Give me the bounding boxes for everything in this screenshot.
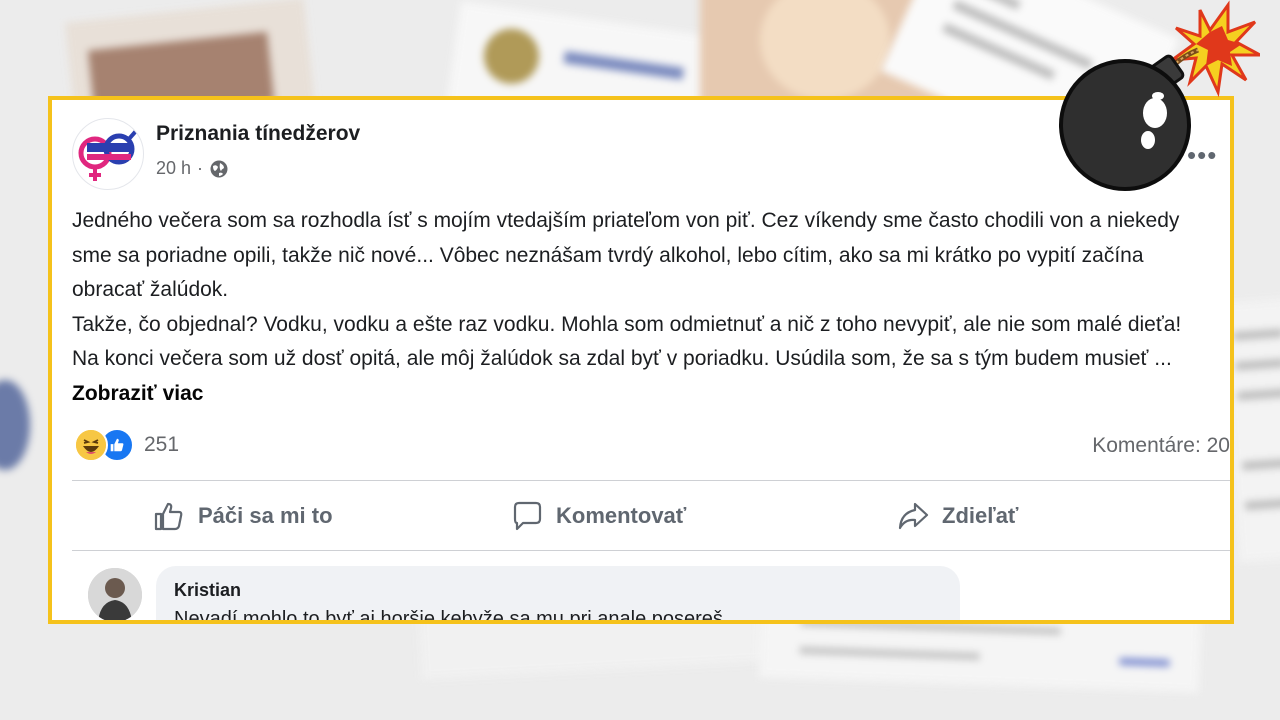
- comment-button[interactable]: Komentovať: [510, 496, 686, 536]
- comment-text: Nevadí mohlo to byť aj horšie kebyže sa …: [174, 608, 723, 624]
- post-paragraph-2-text: Takže, čo objednal? Vodku, vodku a ešte …: [72, 312, 1182, 371]
- share-button-label: Zdieľať: [942, 503, 1019, 528]
- bomb-icon: [1059, 0, 1260, 191]
- meta-separator: ·: [197, 158, 204, 178]
- comment-icon: [513, 501, 542, 531]
- comments-count[interactable]: Komentáre: 20: [1092, 434, 1230, 458]
- reactions-summary[interactable]: 251: [74, 428, 179, 462]
- page-name-link[interactable]: Priznania tínedžerov: [156, 122, 360, 146]
- see-more-link[interactable]: Zobraziť viac: [72, 382, 203, 405]
- commenter-avatar[interactable]: [88, 568, 142, 620]
- like-button-label: Páči sa mi to: [198, 503, 333, 528]
- share-button[interactable]: Zdieľať: [896, 496, 1018, 536]
- background-avatar: [0, 380, 30, 470]
- globe-icon: [210, 160, 228, 177]
- divider: [72, 550, 1230, 551]
- haha-reaction-icon: [74, 428, 108, 462]
- page-avatar[interactable]: [72, 118, 144, 190]
- page-logo-icon: [74, 120, 142, 188]
- comment-author[interactable]: Kristian: [174, 580, 241, 601]
- post-meta: 20 h ·: [156, 158, 229, 179]
- reaction-count: 251: [144, 433, 180, 456]
- post-paragraph-1: Jedného večera som sa rozhodla ísť s moj…: [72, 209, 1180, 301]
- post-text: Jedného večera som sa rozhodla ísť s moj…: [72, 204, 1202, 411]
- comment-button-label: Komentovať: [556, 503, 687, 528]
- post-time[interactable]: 20 h: [156, 158, 191, 179]
- divider: [72, 480, 1230, 481]
- share-icon: [898, 502, 929, 530]
- post-paragraph-2: Takže, čo objednal? Vodku, vodku a ešte …: [72, 308, 1202, 412]
- thumbs-up-icon: [154, 502, 183, 531]
- comment-bubble: Kristian Nevadí mohlo to byť aj horšie k…: [156, 566, 960, 624]
- like-button[interactable]: Páči sa mi to: [152, 496, 333, 536]
